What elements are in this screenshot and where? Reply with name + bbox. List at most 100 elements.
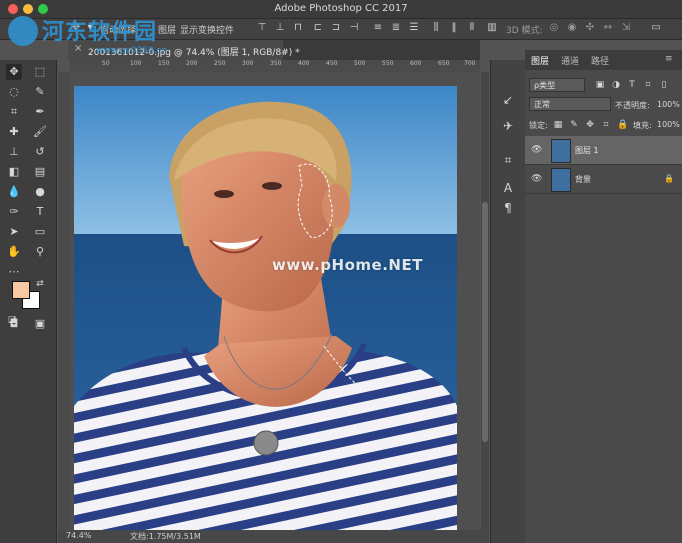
brush-tool-icon[interactable]: 🖌 bbox=[32, 124, 48, 140]
quick-select-tool-icon[interactable]: ✎ bbox=[32, 84, 48, 100]
lasso-tool-icon[interactable]: ◌ bbox=[6, 84, 22, 100]
watermark-url: www.pc0359.cn bbox=[96, 46, 168, 56]
show-transform-label[interactable]: 显示变换控件 bbox=[180, 23, 234, 36]
slide-3d-icon[interactable]: ↔ bbox=[602, 22, 614, 34]
quick-mask-icon[interactable]: ◘ bbox=[6, 316, 22, 332]
align-right-icon[interactable]: ⊣ bbox=[348, 22, 360, 34]
mode-3d-label: 3D 模式: bbox=[506, 26, 543, 36]
align-top-icon[interactable]: ⊤ bbox=[256, 22, 268, 34]
lock-artboard-icon[interactable]: ⌗ bbox=[601, 120, 611, 130]
filter-smart-icon[interactable]: ▯ bbox=[659, 80, 669, 90]
distribute-vcenter-icon[interactable]: ≣ bbox=[390, 22, 402, 34]
distribute-top-icon[interactable]: ≡ bbox=[372, 22, 384, 34]
distribute-bottom-icon[interactable]: ☰ bbox=[408, 22, 420, 34]
move-tool-icon[interactable]: ✥ bbox=[6, 64, 22, 80]
opacity-value[interactable]: 100% bbox=[657, 100, 680, 109]
ruler-tick: 100 bbox=[130, 60, 142, 67]
visibility-eye-icon[interactable]: 👁 bbox=[531, 174, 542, 184]
distribute-left-icon[interactable]: ⫼ bbox=[430, 22, 442, 34]
swap-colors-icon[interactable]: ⇄ bbox=[32, 276, 48, 292]
adjustments-panel-icon[interactable]: ✈ bbox=[500, 118, 516, 134]
layer-thumbnail bbox=[551, 139, 571, 163]
layer-name: 背景 bbox=[575, 175, 591, 184]
marquee-tool-icon[interactable]: ⬚ bbox=[32, 64, 48, 80]
auto-align-icon[interactable]: ▥ bbox=[486, 22, 498, 34]
ruler-tick: 700 bbox=[464, 60, 476, 67]
healing-tool-icon[interactable]: ✚ bbox=[6, 124, 22, 140]
layer-select-label[interactable]: 图层 bbox=[158, 23, 176, 36]
ruler-tick: 200 bbox=[186, 60, 198, 67]
tab-channels[interactable]: 通道 bbox=[561, 54, 579, 67]
dodge-tool-icon[interactable]: ● bbox=[32, 184, 48, 200]
fill-label: 填充: bbox=[633, 121, 652, 130]
lock-transparent-icon[interactable]: ▦ bbox=[553, 120, 563, 130]
distribute-hcenter-icon[interactable]: ‖ bbox=[448, 22, 460, 34]
history-brush-tool-icon[interactable]: ↺ bbox=[32, 144, 48, 160]
ruler-tick: 50 bbox=[102, 60, 110, 67]
align-bottom-icon[interactable]: ⊓ bbox=[292, 22, 304, 34]
foreground-color-swatch[interactable] bbox=[12, 281, 30, 299]
watermark-text: 河东软件园 bbox=[42, 20, 158, 45]
ruler-tick: 150 bbox=[158, 60, 170, 67]
scrollbar-thumb[interactable] bbox=[482, 202, 488, 442]
window-title: Adobe Photoshop CC 2017 bbox=[274, 3, 408, 14]
crop-tool-icon[interactable]: ⌗ bbox=[6, 104, 22, 120]
fill-value[interactable]: 100% bbox=[657, 120, 680, 129]
eraser-tool-icon[interactable]: ◧ bbox=[6, 164, 22, 180]
tab-layers[interactable]: 图层 bbox=[531, 54, 549, 67]
zoom-level[interactable]: 74.4% bbox=[66, 531, 91, 540]
zoom-tool-icon[interactable]: ⚲ bbox=[32, 244, 48, 260]
stamp-tool-icon[interactable]: ⊥ bbox=[6, 144, 22, 160]
filter-shape-icon[interactable]: ⌗ bbox=[643, 80, 653, 90]
blur-tool-icon[interactable]: 💧 bbox=[6, 184, 22, 200]
crop-panel-icon[interactable]: ⌗ bbox=[500, 152, 516, 168]
watermark-logo bbox=[8, 16, 38, 46]
align-left-icon[interactable]: ⊏ bbox=[312, 22, 324, 34]
roll-3d-icon[interactable]: ◉ bbox=[566, 22, 578, 34]
panel-menu-icon[interactable]: ≡ bbox=[665, 54, 673, 64]
align-hcenter-icon[interactable]: ⊐ bbox=[330, 22, 342, 34]
lock-image-icon[interactable]: ✎ bbox=[569, 120, 579, 130]
layers-panel-tabs: 图层 通道 路径 ≡ bbox=[525, 50, 682, 70]
filter-pixel-icon[interactable]: ▣ bbox=[595, 80, 605, 90]
filter-type-icon[interactable]: T bbox=[627, 80, 637, 90]
hand-tool-icon[interactable]: ✋ bbox=[6, 244, 22, 260]
path-select-tool-icon[interactable]: ➤ bbox=[6, 224, 22, 240]
tab-paths[interactable]: 路径 bbox=[591, 54, 609, 67]
shape-tool-icon[interactable]: ▭ bbox=[32, 224, 48, 240]
blend-mode-select[interactable]: 正常 bbox=[529, 97, 611, 111]
eyedropper-tool-icon[interactable]: ✒ bbox=[32, 104, 48, 120]
pan-3d-icon[interactable]: ✣ bbox=[584, 22, 596, 34]
history-panel-icon[interactable]: ↙ bbox=[500, 92, 516, 108]
layer-row[interactable]: 👁 背景 🔒 bbox=[525, 165, 682, 194]
layers-panel: 图层 通道 路径 ≡ ρ类型 ▣ ◑ T ⌗ ▯ 正常 不透明度: 100% 锁… bbox=[525, 50, 682, 543]
align-vcenter-icon[interactable]: ⊥ bbox=[274, 22, 286, 34]
character-panel-icon[interactable]: A bbox=[500, 180, 516, 196]
screen-mode-icon[interactable]: ▣ bbox=[32, 316, 48, 332]
workspace-icon[interactable]: ▭ bbox=[650, 22, 662, 34]
document-size: 文档:1.75M/3.51M bbox=[130, 532, 201, 541]
ruler-tick: 550 bbox=[382, 60, 394, 67]
lock-position-icon[interactable]: ✥ bbox=[585, 120, 595, 130]
collapsed-panels-column: ↙ ✈ ⌗ A ¶ bbox=[490, 60, 526, 543]
lock-label: 锁定: bbox=[529, 121, 548, 130]
layer-filter-select[interactable]: ρ类型 bbox=[529, 78, 585, 92]
paragraph-panel-icon[interactable]: ¶ bbox=[500, 200, 516, 216]
ruler-tick: 350 bbox=[270, 60, 282, 67]
layer-row[interactable]: 👁 图层 1 bbox=[525, 136, 682, 165]
photo-canvas[interactable] bbox=[74, 86, 457, 530]
lock-all-icon[interactable]: 🔒 bbox=[617, 120, 628, 130]
canvas-vertical-scrollbar[interactable] bbox=[481, 72, 489, 530]
scale-3d-icon[interactable]: ⇲ bbox=[620, 22, 632, 34]
layer-thumbnail bbox=[551, 168, 571, 192]
orbit-3d-icon[interactable]: ◎ bbox=[548, 22, 560, 34]
filter-adjust-icon[interactable]: ◑ bbox=[611, 80, 621, 90]
visibility-eye-icon[interactable]: 👁 bbox=[531, 145, 542, 155]
gradient-tool-icon[interactable]: ▤ bbox=[32, 164, 48, 180]
type-tool-icon[interactable]: T bbox=[32, 204, 48, 220]
distribute-right-icon[interactable]: ⦀ bbox=[466, 22, 478, 34]
ruler-tick: 450 bbox=[326, 60, 338, 67]
ruler-tick: 400 bbox=[298, 60, 310, 67]
pen-tool-icon[interactable]: ✑ bbox=[6, 204, 22, 220]
more-tools-icon[interactable]: ⋯ bbox=[6, 264, 22, 280]
